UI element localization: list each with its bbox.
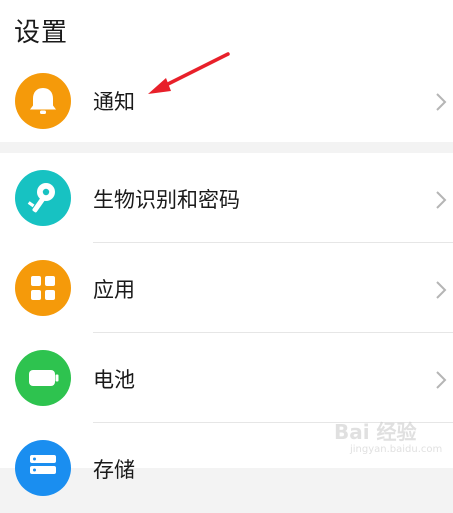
chevron-right-icon <box>436 281 447 299</box>
watermark-url: jingyan.baidu.com <box>350 444 443 455</box>
settings-item-label: 生物识别和密码 <box>93 188 240 212</box>
annotation-arrow <box>148 52 230 94</box>
chevron-right-icon <box>436 371 447 389</box>
storage-icon <box>15 440 71 496</box>
settings-item-apps[interactable]: 应用 <box>0 243 453 333</box>
watermark-brand: Bai 经验 <box>334 420 417 444</box>
chevron-right-icon <box>436 93 447 111</box>
page-title: 设置 <box>14 18 69 48</box>
watermark: Bai 经验 jingyan.baidu.com <box>320 410 453 468</box>
settings-item-label: 应用 <box>93 278 135 302</box>
settings-item-biometrics[interactable]: 生物识别和密码 <box>0 153 453 243</box>
key-icon <box>15 170 71 226</box>
battery-icon <box>15 350 71 406</box>
settings-item-label: 存储 <box>93 458 135 482</box>
bell-icon <box>15 73 71 129</box>
chevron-right-icon <box>436 191 447 209</box>
settings-item-label: 电池 <box>93 368 135 392</box>
settings-item-label: 通知 <box>93 90 135 114</box>
grid-icon <box>15 260 71 316</box>
